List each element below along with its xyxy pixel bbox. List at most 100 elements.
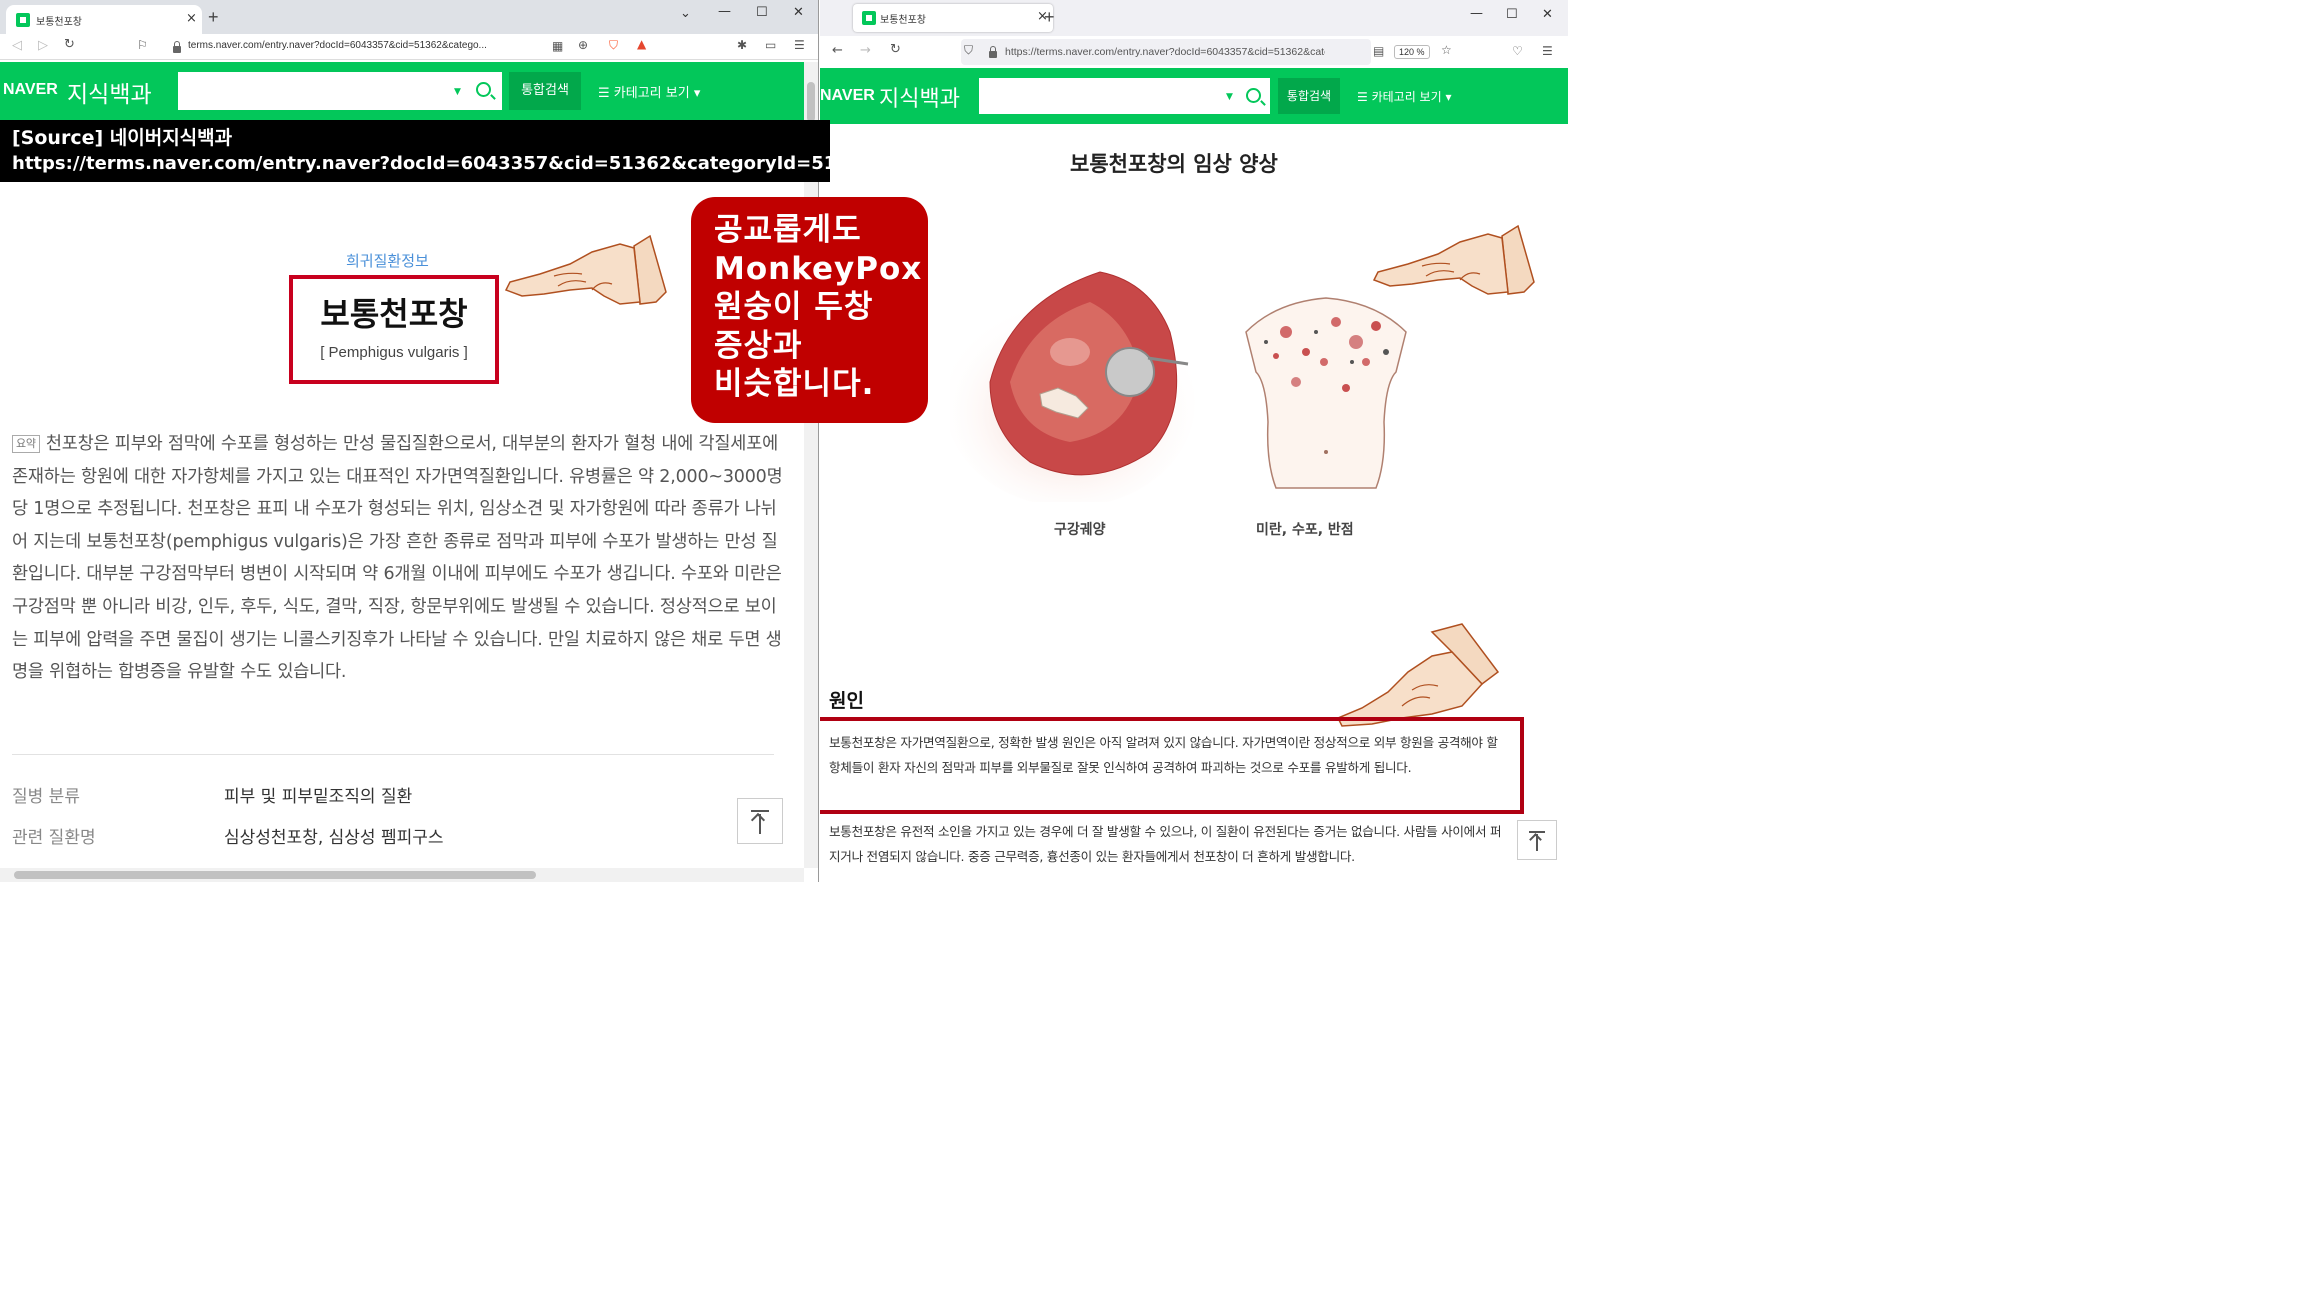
- qr-icon[interactable]: ▦: [552, 39, 563, 53]
- right-tab-strip: 보통천포창 × + — ☐ ✕: [820, 0, 1568, 36]
- disease-category-label: 질병 분류: [12, 787, 80, 807]
- search-icon[interactable]: [1246, 88, 1261, 103]
- naver-favicon-icon: [16, 13, 30, 27]
- right-address-bar[interactable]: ⛉ https://terms.naver.com/entry.naver?do…: [961, 39, 1371, 65]
- brave-rewards-icon[interactable]: ▲: [637, 37, 646, 51]
- naver-header-right: NAVER 지식백과 ▼ 통합검색 ☰ 카테고리 보기 ▾: [820, 68, 1568, 124]
- callout-line-5: 비슷합니다.: [714, 366, 875, 402]
- callout-line-1: 공교롭게도: [714, 212, 862, 248]
- tab-search-chevron-icon[interactable]: ⌄: [680, 6, 691, 21]
- right-url-text[interactable]: https://terms.naver.com/entry.naver?docI…: [1005, 46, 1325, 58]
- bookmark-star-icon[interactable]: ☆: [1441, 43, 1452, 57]
- left-tab[interactable]: 보통천포창 ×: [6, 5, 202, 34]
- naver-favicon-icon: [862, 11, 876, 25]
- pointing-hand-illustration-3: [1336, 623, 1500, 727]
- article-subtitle: [ Pemphigus vulgaris ]: [320, 344, 468, 361]
- forward-arrow-icon[interactable]: ▷: [38, 38, 48, 53]
- reader-view-icon[interactable]: ▤: [1373, 44, 1384, 58]
- caption-oral-ulcer: 구강궤양: [1054, 522, 1106, 538]
- right-new-tab-button[interactable]: +: [1044, 7, 1055, 28]
- menu-icon[interactable]: ☰: [1542, 44, 1553, 58]
- brave-shield-icon[interactable]: ⛉: [609, 38, 618, 53]
- source-label: [Source] 네이버지식백과: [12, 127, 233, 149]
- caption-erosion-blister: 미란, 수포, 반점: [1256, 522, 1354, 538]
- left-maximize-button[interactable]: ☐: [756, 5, 768, 20]
- article-summary: 요약 천포창은 피부와 점막에 수포를 형성하는 만성 물집질환으로서, 대부분의…: [12, 428, 787, 689]
- zoom-icon[interactable]: ⊕: [578, 38, 588, 52]
- left-new-tab-button[interactable]: +: [208, 7, 219, 28]
- naver-logo[interactable]: NAVER: [3, 81, 58, 99]
- related-disease-value[interactable]: 심상성천포창, 심상성 펨피구스: [224, 823, 444, 848]
- to-top-icon: [1529, 831, 1545, 833]
- cause-paragraph-1: 보통천포창은 자가면역질환으로, 정확한 발생 원인은 아직 알려져 있지 않습…: [829, 735, 1498, 775]
- right-close-window-button[interactable]: ✕: [1542, 7, 1553, 22]
- forward-arrow-icon[interactable]: →: [860, 43, 871, 58]
- extensions-icon[interactable]: ✱: [737, 38, 747, 52]
- right-minimize-button[interactable]: —: [1470, 6, 1483, 21]
- left-vertical-scrollbar[interactable]: [804, 62, 818, 868]
- right-tab-title: 보통천포창: [880, 15, 926, 26]
- left-tab-close-icon[interactable]: ×: [186, 11, 197, 26]
- right-maximize-button[interactable]: ☐: [1506, 7, 1518, 22]
- category-view-label: 카테고리 보기: [613, 86, 690, 101]
- wallet-icon[interactable]: ▭: [765, 38, 776, 52]
- lock-icon[interactable]: [989, 46, 997, 58]
- bookmark-icon[interactable]: ⚐: [137, 38, 148, 52]
- naver-logo-ko[interactable]: 지식백과: [67, 75, 152, 109]
- cause-heading: 원인: [829, 690, 864, 712]
- right-toolbar: ← → ↻ ⛉ https://terms.naver.com/entry.na…: [820, 36, 1568, 68]
- article-category[interactable]: 희귀질환정보: [346, 250, 429, 271]
- left-toolbar: ◁ ▷ ↻ ⚐ terms.naver.com/entry.naver?docI…: [0, 34, 818, 60]
- monkeypox-callout: 공교롭게도 MonkeyPox 원숭이 두창 증상과 비슷합니다.: [691, 197, 928, 423]
- integrated-search-button[interactable]: 통합검색: [1278, 78, 1340, 114]
- summary-text: 천포창은 피부와 점막에 수포를 형성하는 만성 물집질환으로서, 대부분의 환…: [12, 434, 783, 683]
- scroll-to-top-button[interactable]: [737, 798, 783, 844]
- to-top-icon: [751, 810, 769, 812]
- torso-lesions-illustration: [1245, 297, 1407, 489]
- menu-icon[interactable]: ☰: [794, 38, 805, 52]
- reload-icon[interactable]: ↻: [64, 37, 75, 52]
- left-address-bar[interactable]: terms.naver.com/entry.naver?docId=604335…: [188, 40, 487, 51]
- reload-icon[interactable]: ↻: [890, 42, 901, 57]
- caret-down-icon: ▾: [1441, 90, 1452, 104]
- integrated-search-button[interactable]: 통합검색: [509, 72, 581, 110]
- source-url: https://terms.naver.com/entry.naver?docI…: [12, 153, 874, 174]
- pocket-icon[interactable]: ♡: [1512, 44, 1523, 58]
- search-dropdown-icon[interactable]: ▼: [1226, 92, 1233, 102]
- search-dropdown-icon[interactable]: ▼: [454, 87, 461, 97]
- summary-badge: 요약: [12, 435, 40, 453]
- article-title: 보통천포창: [320, 295, 468, 333]
- left-tab-strip: 보통천포창 × + ⌄ — ☐ ✕: [0, 0, 818, 34]
- back-arrow-icon[interactable]: ◁: [12, 38, 22, 53]
- lock-icon[interactable]: [173, 41, 181, 53]
- article-title-box: 보통천포창 [ Pemphigus vulgaris ]: [289, 275, 499, 384]
- scroll-to-top-button[interactable]: [1517, 820, 1557, 860]
- figure-title: 보통천포창의 임상 양상: [1070, 152, 1278, 176]
- callout-line-3: 원숭이 두창: [714, 289, 874, 325]
- left-close-window-button[interactable]: ✕: [793, 5, 804, 20]
- oral-ulcer-illustration: [950, 271, 1195, 502]
- related-disease-label: 관련 질환명: [12, 828, 96, 848]
- right-browser-window: 보통천포창 × + — ☐ ✕ ← → ↻ ⛉ https://terms.na…: [820, 0, 1568, 882]
- list-icon: ☰: [1357, 90, 1372, 104]
- disease-category-value[interactable]: 피부 및 피부밑조직의 질환: [224, 782, 412, 807]
- zoom-level[interactable]: 120 %: [1394, 45, 1430, 59]
- tracking-shield-icon[interactable]: ⛉: [964, 43, 973, 58]
- caret-down-icon: ▾: [689, 86, 701, 101]
- search-icon[interactable]: [476, 82, 491, 97]
- callout-line-4: 증상과: [714, 327, 803, 364]
- naver-logo-ko[interactable]: 지식백과: [879, 81, 960, 113]
- naver-header: NAVER 지식백과 ▼ 통합검색 ☰ 카테고리 보기 ▾: [0, 62, 818, 120]
- source-overlay: [Source] 네이버지식백과 https://terms.naver.com…: [0, 120, 874, 182]
- right-tab[interactable]: 보통천포창 ×: [853, 4, 1053, 32]
- category-view-button[interactable]: ☰ 카테고리 보기 ▾: [598, 82, 700, 101]
- naver-logo[interactable]: NAVER: [820, 87, 875, 105]
- pointing-hand-illustration-2: [1372, 224, 1535, 295]
- left-minimize-button[interactable]: —: [718, 4, 731, 19]
- back-arrow-icon[interactable]: ←: [832, 43, 843, 58]
- pointing-hand-illustration: [504, 234, 667, 305]
- category-view-button[interactable]: ☰ 카테고리 보기 ▾: [1357, 88, 1451, 105]
- left-horizontal-scrollbar[interactable]: [0, 868, 804, 882]
- callout-line-2: MonkeyPox: [714, 250, 923, 287]
- list-icon: ☰: [598, 86, 614, 101]
